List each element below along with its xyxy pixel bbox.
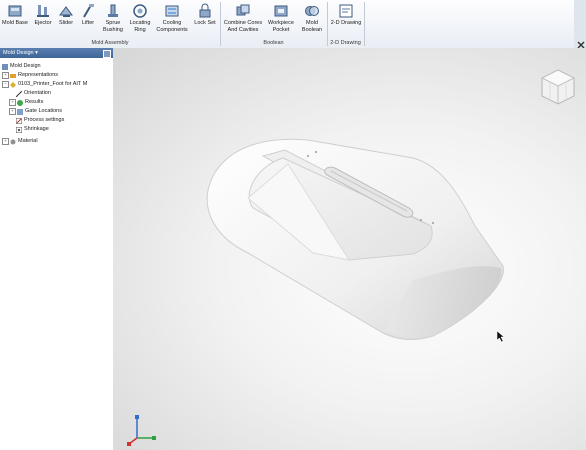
sprue-bushing-label: Sprue Bushing <box>103 20 123 33</box>
printer-foot-model[interactable] <box>113 48 586 450</box>
2d-drawing-label: 2-D Drawing <box>330 20 362 26</box>
combine-cores-icon <box>236 4 250 16</box>
slider-button[interactable]: Slider <box>55 1 77 27</box>
locating-ring-label: Locating Ring <box>129 20 151 33</box>
sprue-bushing-button[interactable]: Sprue Bushing <box>100 1 126 34</box>
mold-boolean-label: Mold Boolean <box>301 20 323 33</box>
tree-item-process-settings[interactable]: Process settings <box>16 116 64 125</box>
workpiece-pocket-button[interactable]: Workpiece Pocket <box>265 1 297 34</box>
tree-item-label: Results <box>25 99 44 105</box>
representations-icon <box>10 73 16 78</box>
tree-item-part[interactable]: − 0103_Printer_Foot for AIT M <box>2 80 87 89</box>
tree-item-gate-locations[interactable]: + Gate Locations <box>9 107 62 116</box>
tree-item-representations[interactable]: + Representations <box>2 71 58 80</box>
sprue-bushing-icon <box>108 4 118 17</box>
gate-locations-icon <box>17 108 23 115</box>
locating-ring-icon <box>133 4 147 18</box>
tree-item-label: Gate Locations <box>25 108 62 114</box>
orientation-icon <box>16 90 22 97</box>
boolean-group-label: Boolean <box>263 40 284 46</box>
tree-item-material[interactable]: + Material <box>2 137 38 146</box>
expand-icon[interactable]: + <box>2 72 9 79</box>
expand-icon[interactable]: + <box>9 99 16 106</box>
part-icon <box>10 81 16 88</box>
expand-icon[interactable]: + <box>2 138 9 145</box>
model-browser: Mold Design ▾ Mold Design + Representati… <box>0 48 114 450</box>
2d-drawing-button[interactable]: 2-D Drawing <box>329 1 363 27</box>
mold-assembly-group-label: Mold Assembly <box>91 40 129 46</box>
tree-item-label: Process settings <box>24 117 65 123</box>
cooling-components-button[interactable]: Cooling Components <box>154 1 190 34</box>
browser-menu-icon[interactable] <box>103 50 111 58</box>
mold-base-button[interactable]: Mold Base <box>2 1 28 27</box>
cooling-components-label: Cooling Components <box>156 20 188 33</box>
results-icon <box>17 99 23 106</box>
lifter-button[interactable]: Lifter <box>77 1 99 27</box>
tree-item-label: Shrinkage <box>24 126 49 132</box>
combine-cores-label: Combine Cores And Cavities <box>223 20 263 33</box>
tree-item-label: Mold Design <box>10 63 41 69</box>
tree-item-results[interactable]: + Results <box>9 98 43 107</box>
process-settings-icon <box>16 117 22 124</box>
2d-drawing-icon <box>339 4 353 18</box>
slider-icon <box>59 6 73 17</box>
mold-base-icon <box>8 5 22 17</box>
expand-icon[interactable]: + <box>9 108 16 115</box>
material-icon <box>10 139 16 144</box>
coordinate-triad-icon <box>127 415 156 446</box>
2d-drawing-group-label: 2-D Drawing <box>330 40 361 46</box>
ribbon: Mold Base Ejector Slider Lifter Sprue Bu… <box>0 0 586 49</box>
group-separator <box>364 2 365 46</box>
lock-set-label: Lock Set <box>194 20 216 26</box>
lock-set-button[interactable]: Lock Set <box>191 1 219 27</box>
tree-item-label: 0103_Printer_Foot for AIT M <box>18 81 88 87</box>
document-tab-strip <box>574 0 586 49</box>
shrinkage-icon <box>16 126 22 133</box>
mouse-cursor-icon <box>497 331 505 343</box>
tree-item-label: Material <box>18 138 38 144</box>
mold-boolean-button[interactable]: Mold Boolean <box>298 1 326 34</box>
ejector-label: Ejector <box>34 20 52 26</box>
tree-item-shrinkage[interactable]: Shrinkage <box>16 125 49 134</box>
workpiece-pocket-label: Workpiece Pocket <box>268 20 294 33</box>
tree-item-orientation[interactable]: Orientation <box>16 89 51 98</box>
tree-item-label: Representations <box>18 72 59 78</box>
slider-label: Slider <box>58 20 74 26</box>
mold-boolean-icon <box>305 6 319 16</box>
lock-set-icon <box>199 3 211 18</box>
browser-title: Mold Design ▾ <box>3 50 38 56</box>
ejector-button[interactable]: Ejector <box>30 1 56 27</box>
cooling-components-icon <box>165 5 179 17</box>
lifter-icon <box>83 4 94 18</box>
ejector-icon <box>37 5 49 17</box>
collapse-icon[interactable]: − <box>2 81 9 88</box>
graphics-viewport[interactable] <box>113 48 586 450</box>
combine-cores-button[interactable]: Combine Cores And Cavities <box>222 1 264 34</box>
lifter-label: Lifter <box>81 20 95 26</box>
tree-item-mold-design[interactable]: Mold Design <box>2 62 41 71</box>
browser-header[interactable]: Mold Design ▾ <box>0 48 113 58</box>
mold-base-label: Mold Base <box>2 20 28 26</box>
locating-ring-button[interactable]: Locating Ring <box>126 1 154 34</box>
workpiece-pocket-icon <box>274 5 288 17</box>
assembly-icon <box>2 63 8 70</box>
tree-item-label: Orientation <box>24 90 51 96</box>
